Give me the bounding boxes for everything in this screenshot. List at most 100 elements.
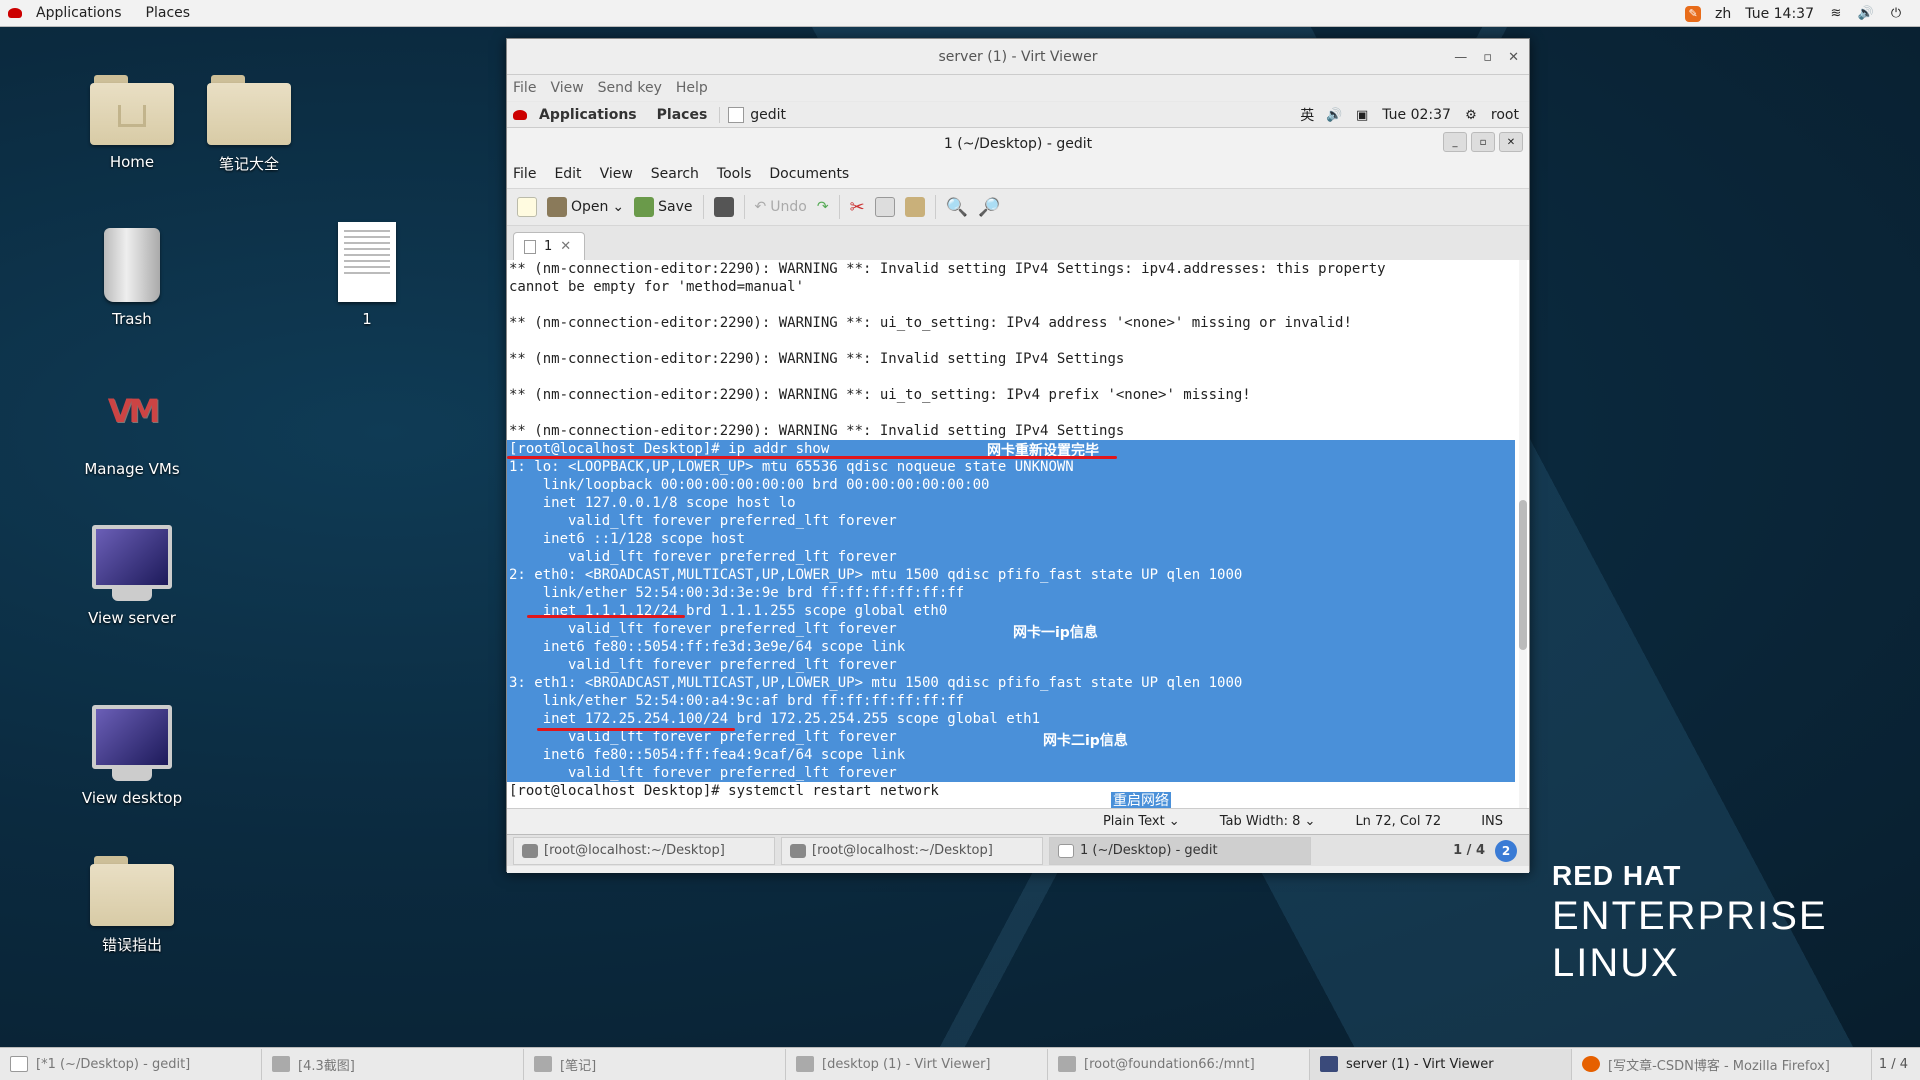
menu-search[interactable]: Search	[651, 166, 699, 182]
editor-line: 1: lo: <LOOPBACK,UP,LOWER_UP> mtu 65536 …	[507, 458, 1515, 476]
task-firefox[interactable]: [写文章-CSDN博客 - Mozilla Firefox]	[1572, 1048, 1872, 1080]
task-label: [desktop (1) - Virt Viewer]	[822, 1056, 991, 1072]
desktop-icon-label: 笔记大全	[218, 155, 279, 173]
insert-mode: INS	[1481, 814, 1503, 829]
desktop-icon-view-desktop[interactable]: View desktop	[67, 705, 197, 807]
gedit-window-title: 1 (~/Desktop) - gedit	[943, 136, 1093, 152]
task-gedit[interactable]: [*1 (~/Desktop) - gedit]	[0, 1048, 262, 1080]
desktop-icon-label: Home	[109, 153, 155, 171]
guest-applications-menu[interactable]: Applications	[539, 107, 637, 123]
editor-line: inet 127.0.0.1/8 scope host lo	[507, 494, 1515, 512]
print-icon[interactable]	[713, 197, 734, 217]
task-server-viewer[interactable]: server (1) - Virt Viewer	[1310, 1048, 1572, 1080]
undo-icon: ↶	[754, 199, 767, 215]
text-editor[interactable]: ** (nm-connection-editor:2290): WARNING …	[507, 260, 1529, 808]
guest-task-terminal[interactable]: [root@localhost:~/Desktop]	[513, 836, 775, 865]
bottom-taskbar: [*1 (~/Desktop) - gedit] [4.3截图] [笔记] [d…	[0, 1047, 1920, 1080]
menu-tools[interactable]: Tools	[717, 166, 752, 182]
cut-icon[interactable]: ✂	[850, 197, 865, 218]
volume-icon[interactable]: 🔊	[1858, 6, 1874, 22]
desktop-icon-trash[interactable]: Trash	[67, 228, 197, 328]
gedit-titlebar[interactable]: 1 (~/Desktop) - gedit _ ▫ ✕	[507, 128, 1529, 160]
desktop-icon-manage-vms[interactable]: VM Manage VMs	[67, 392, 197, 478]
annotation-nic1: 网卡一ip信息	[1013, 625, 1098, 641]
syntax-mode-dropdown[interactable]: Plain Text ⌄	[1103, 814, 1180, 829]
undo-button[interactable]: ↶ Undo	[755, 199, 807, 215]
editor-line: [root@localhost Desktop]# systemctl rest…	[509, 783, 939, 799]
clock[interactable]: Tue 14:37	[1745, 6, 1814, 22]
tab-width-dropdown[interactable]: Tab Width: 8 ⌄	[1220, 814, 1316, 829]
applications-menu[interactable]: Applications	[36, 5, 122, 21]
minimize-icon[interactable]: _	[1443, 132, 1467, 152]
task-label: server (1) - Virt Viewer	[1346, 1056, 1494, 1072]
guest-app-menu[interactable]: gedit	[719, 106, 786, 123]
task-desktop-viewer[interactable]: [desktop (1) - Virt Viewer]	[786, 1048, 1048, 1080]
desktop-icon-label: Manage VMs	[84, 460, 180, 478]
chevron-down-icon[interactable]: ⌄	[612, 199, 624, 215]
task-label: [笔记]	[560, 1058, 597, 1074]
save-button[interactable]: Save	[634, 197, 693, 217]
annotation-underline	[527, 615, 685, 618]
maximize-icon[interactable]: ▫	[1483, 50, 1492, 65]
menu-view[interactable]: View	[550, 80, 583, 96]
desktop-icon-errors[interactable]: 错误指出	[67, 856, 197, 955]
guest-clock[interactable]: Tue 02:37	[1382, 107, 1451, 123]
guest-task-terminal[interactable]: [root@localhost:~/Desktop]	[781, 836, 1043, 865]
network-icon[interactable]: ▣	[1354, 107, 1370, 123]
redo-button[interactable]: ↷	[817, 199, 829, 215]
desktop-icon-notes[interactable]: 笔记大全	[184, 75, 314, 174]
menu-edit[interactable]: Edit	[554, 166, 581, 182]
desktop-icon-view-server[interactable]: View server	[67, 525, 197, 627]
desktop-icon-file-1[interactable]: 1	[302, 222, 432, 328]
task-label: [4.3截图]	[298, 1058, 355, 1074]
menu-view[interactable]: View	[600, 166, 633, 182]
language-indicator[interactable]: zh	[1715, 6, 1731, 22]
workspace-pager[interactable]: 1 / 4	[1879, 1057, 1908, 1072]
guest-user[interactable]: root	[1491, 107, 1519, 123]
desktop-icon-label: Trash	[112, 310, 152, 328]
menu-file[interactable]: File	[513, 166, 536, 182]
wifi-icon[interactable]: ≋	[1828, 6, 1844, 22]
notification-badge[interactable]: 2	[1495, 839, 1517, 862]
menu-help[interactable]: Help	[676, 80, 708, 96]
desktop-icon-home[interactable]: Home	[67, 75, 197, 171]
guest-task-gedit[interactable]: 1 (~/Desktop) - gedit	[1049, 836, 1311, 865]
task-terminal[interactable]: [root@foundation66:/mnt]	[1048, 1048, 1310, 1080]
terminal-icon	[1058, 1056, 1076, 1072]
redhat-icon	[8, 8, 22, 18]
input-method-icon[interactable]: ✎	[1685, 5, 1702, 22]
search-icon[interactable]: 🔍	[946, 197, 968, 218]
menu-file[interactable]: File	[513, 80, 536, 96]
rhel-logo-line2: ENTERPRISE	[1552, 894, 1828, 938]
close-icon[interactable]: ✕	[1499, 132, 1523, 152]
power-icon[interactable]: ⏻	[1888, 6, 1904, 22]
maximize-icon[interactable]: ▫	[1471, 132, 1495, 152]
close-tab-icon[interactable]: ✕	[560, 239, 571, 254]
open-button[interactable]: Open ⌄	[547, 197, 624, 217]
vertical-scrollbar[interactable]	[1519, 260, 1527, 808]
new-document-icon[interactable]	[517, 197, 537, 217]
rhel-logo-line3: LINUX	[1552, 941, 1680, 985]
guest-places-menu[interactable]: Places	[657, 107, 708, 123]
editor-line: ** (nm-connection-editor:2290): WARNING …	[509, 423, 1125, 439]
task-screenshot[interactable]: [4.3截图]	[262, 1048, 524, 1080]
places-menu[interactable]: Places	[146, 5, 191, 21]
guest-language-indicator[interactable]: 英	[1300, 105, 1314, 125]
volume-icon[interactable]: 🔊	[1326, 107, 1342, 123]
search-replace-icon[interactable]: 🔎	[978, 197, 1000, 218]
minimize-icon[interactable]: —	[1454, 50, 1467, 65]
tab-1[interactable]: 1 ✕	[513, 232, 585, 260]
editor-line: inet 172.25.254.100/24 brd 172.25.254.25…	[507, 710, 1515, 728]
close-icon[interactable]: ✕	[1508, 50, 1519, 65]
cursor-position: Ln 72, Col 72	[1355, 814, 1442, 829]
copy-icon[interactable]	[874, 197, 895, 217]
window-titlebar[interactable]: server (1) - Virt Viewer — ▫ ✕	[507, 39, 1529, 75]
task-notes[interactable]: [笔记]	[524, 1048, 786, 1080]
menu-documents[interactable]: Documents	[769, 166, 849, 182]
paste-icon[interactable]	[904, 197, 925, 217]
guest-display[interactable]: Applications Places gedit 英 🔊 ▣ Tue 02:3…	[507, 102, 1529, 873]
workspace-pager[interactable]: 1 / 4	[1453, 843, 1485, 858]
menu-send-key[interactable]: Send key	[598, 80, 662, 96]
editor-line: inet6 fe80::5054:ff:fe3d:3e9e/64 scope l…	[507, 638, 1515, 656]
